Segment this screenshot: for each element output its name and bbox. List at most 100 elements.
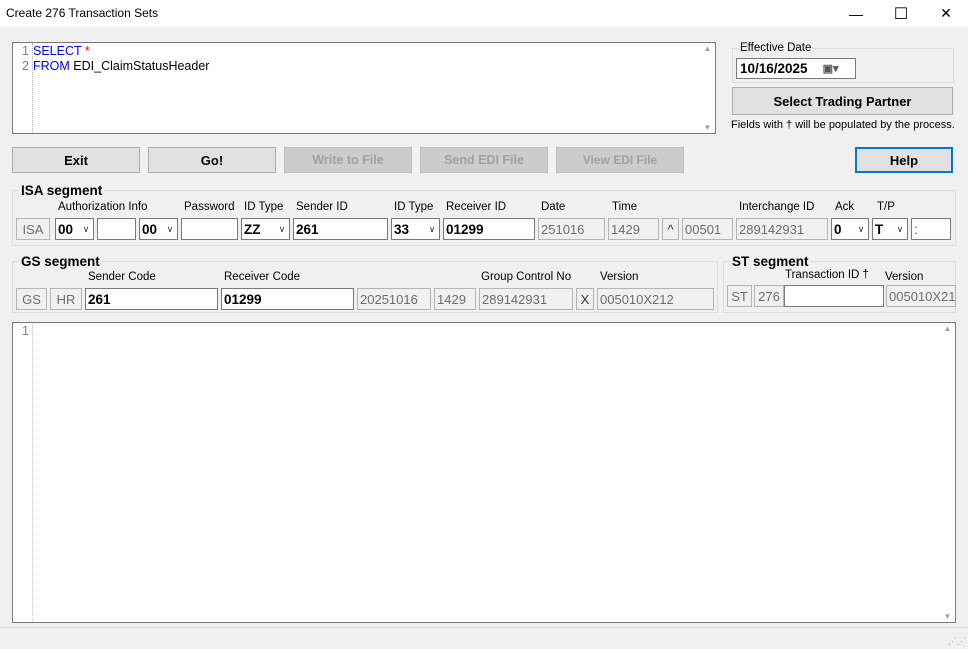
chevron-down-icon: ∨ <box>82 223 90 234</box>
status-bar-divider <box>0 627 968 628</box>
isa-segment-title: ISA segment <box>19 183 105 198</box>
gs-segment-title: GS segment <box>19 254 102 269</box>
receiver-id-type-value: 33 <box>394 221 410 237</box>
functional-id-field: HR <box>50 288 82 310</box>
minimize-icon: — <box>849 5 863 22</box>
receiver-code-input[interactable]: 01299 <box>221 288 354 310</box>
chevron-down-icon: ∨ <box>857 223 865 234</box>
tp-select[interactable]: T ∨ <box>872 218 908 240</box>
transaction-id-label: Transaction ID † <box>785 269 869 281</box>
line-number: 1 <box>22 44 29 58</box>
interchange-id-field: 289142931 <box>736 218 828 240</box>
sql-star: * <box>81 44 90 58</box>
st-version-field: 005010X212 <box>886 285 956 307</box>
go-button[interactable]: Go! <box>148 147 276 173</box>
isa-date-field: 251016 <box>538 218 605 240</box>
st-version-label: Version <box>885 271 924 283</box>
group-control-label: Group Control No <box>481 271 572 283</box>
group-control-field: 289142931 <box>479 288 573 310</box>
calendar-icon[interactable]: ▣▾ <box>823 62 839 75</box>
ack-value: 0 <box>834 221 842 237</box>
password-label: Password <box>184 201 235 213</box>
password-qualifier-select[interactable]: 00 ∨ <box>139 218 178 240</box>
chevron-down-icon: ∨ <box>896 223 904 234</box>
receiver-id-label: Receiver ID <box>446 201 507 213</box>
gs-version-label: Version <box>600 271 639 283</box>
receiver-code-label: Receiver Code <box>224 271 301 283</box>
tp-label: T/P <box>877 201 895 213</box>
sender-code-label: Sender Code <box>88 271 156 283</box>
id-type-label: ID Type <box>244 201 284 213</box>
select-trading-partner-button[interactable]: Select Trading Partner <box>732 87 953 115</box>
st-transaction-code: 276 <box>754 285 784 307</box>
line-number: 1 <box>22 324 29 338</box>
password-qualifier-value: 00 <box>142 221 158 237</box>
output-line-numbers: 1 <box>13 323 33 622</box>
auth-info-label: Authorization Info <box>58 201 148 213</box>
interchange-id-label: Interchange ID <box>739 201 815 213</box>
sql-keyword: FROM <box>33 59 70 73</box>
effective-date-picker[interactable]: 10/16/2025 ▣▾ <box>736 58 856 79</box>
auth-info-input[interactable] <box>97 218 136 240</box>
time-label: Time <box>612 201 638 213</box>
scroll-up-icon[interactable]: ▲ <box>944 324 952 333</box>
sql-editor[interactable]: 1 2 SELECT * FROM EDI_ClaimStatusHeader … <box>12 42 716 134</box>
sql-keyword: SELECT <box>33 44 82 58</box>
sender-id-type-select[interactable]: ZZ ∨ <box>241 218 290 240</box>
view-edi-file-button[interactable]: View EDI File <box>556 147 684 173</box>
edi-output-editor[interactable]: 1 ▲ ▼ <box>12 322 956 623</box>
populated-fields-note: Fields with † will be populated by the p… <box>731 119 955 131</box>
window-title: Create 276 Transaction Sets <box>6 6 159 20</box>
effective-date-value: 10/16/2025 <box>740 61 808 76</box>
date-label: Date <box>541 201 566 213</box>
gs-date-field: 20251016 <box>357 288 431 310</box>
gs-version-field: 005010X212 <box>597 288 714 310</box>
close-icon: ✕ <box>940 5 952 21</box>
minimize-button[interactable]: — <box>833 0 879 27</box>
transaction-id-input[interactable] <box>784 285 884 307</box>
output-scrollbar[interactable]: ▲ ▼ <box>941 324 954 621</box>
maximize-button[interactable]: ☐ <box>878 0 924 27</box>
ack-label: Ack <box>835 201 855 213</box>
sender-id-input[interactable]: 261 <box>293 218 388 240</box>
sender-id-label: Sender ID <box>296 201 348 213</box>
sender-code-input[interactable]: 261 <box>85 288 218 310</box>
receiver-id-input[interactable]: 01299 <box>443 218 535 240</box>
agency-code-field: X <box>576 288 594 310</box>
tp-value: T <box>875 221 884 237</box>
sql-scrollbar[interactable]: ▲ ▼ <box>701 44 714 132</box>
sql-table: EDI_ClaimStatusHeader <box>69 59 210 73</box>
ack-select[interactable]: 0 ∨ <box>831 218 869 240</box>
close-button[interactable]: ✕ <box>923 0 968 27</box>
scroll-up-icon[interactable]: ▲ <box>704 44 712 53</box>
password-input[interactable] <box>181 218 238 240</box>
component-separator-input[interactable]: : <box>911 218 951 240</box>
help-button[interactable]: Help <box>855 147 953 173</box>
chevron-down-icon: ∨ <box>166 223 174 234</box>
receiver-id-type-select[interactable]: 33 ∨ <box>391 218 440 240</box>
exit-button[interactable]: Exit <box>12 147 140 173</box>
resize-grip-icon[interactable]: ⋰⋰ <box>948 636 966 647</box>
write-to-file-button[interactable]: Write to File <box>284 147 412 173</box>
chevron-down-icon: ∨ <box>278 223 286 234</box>
gs-time-field: 1429 <box>434 288 476 310</box>
st-tag: ST <box>727 285 752 307</box>
chevron-down-icon: ∨ <box>428 223 436 234</box>
line-number: 2 <box>22 59 29 73</box>
isa-version-field: 00501 <box>682 218 733 240</box>
gs-tag: GS <box>16 288 47 310</box>
scroll-down-icon[interactable]: ▼ <box>944 612 952 621</box>
auth-qualifier-select[interactable]: 00 ∨ <box>55 218 94 240</box>
send-edi-file-button[interactable]: Send EDI File <box>420 147 548 173</box>
sender-id-type-value: ZZ <box>244 221 261 237</box>
maximize-icon: ☐ <box>893 5 909 23</box>
auth-qualifier-value: 00 <box>58 221 74 237</box>
effective-date-label: Effective Date <box>739 42 813 54</box>
id-type-label: ID Type <box>394 201 434 213</box>
scroll-down-icon[interactable]: ▼ <box>704 123 712 132</box>
isa-tag: ISA <box>16 218 50 240</box>
sql-line-numbers: 1 2 <box>13 43 33 133</box>
isa-time-field: 1429 <box>608 218 659 240</box>
sql-code: SELECT * FROM EDI_ClaimStatusHeader <box>33 44 209 74</box>
repetition-separator-field: ^ <box>662 218 679 240</box>
